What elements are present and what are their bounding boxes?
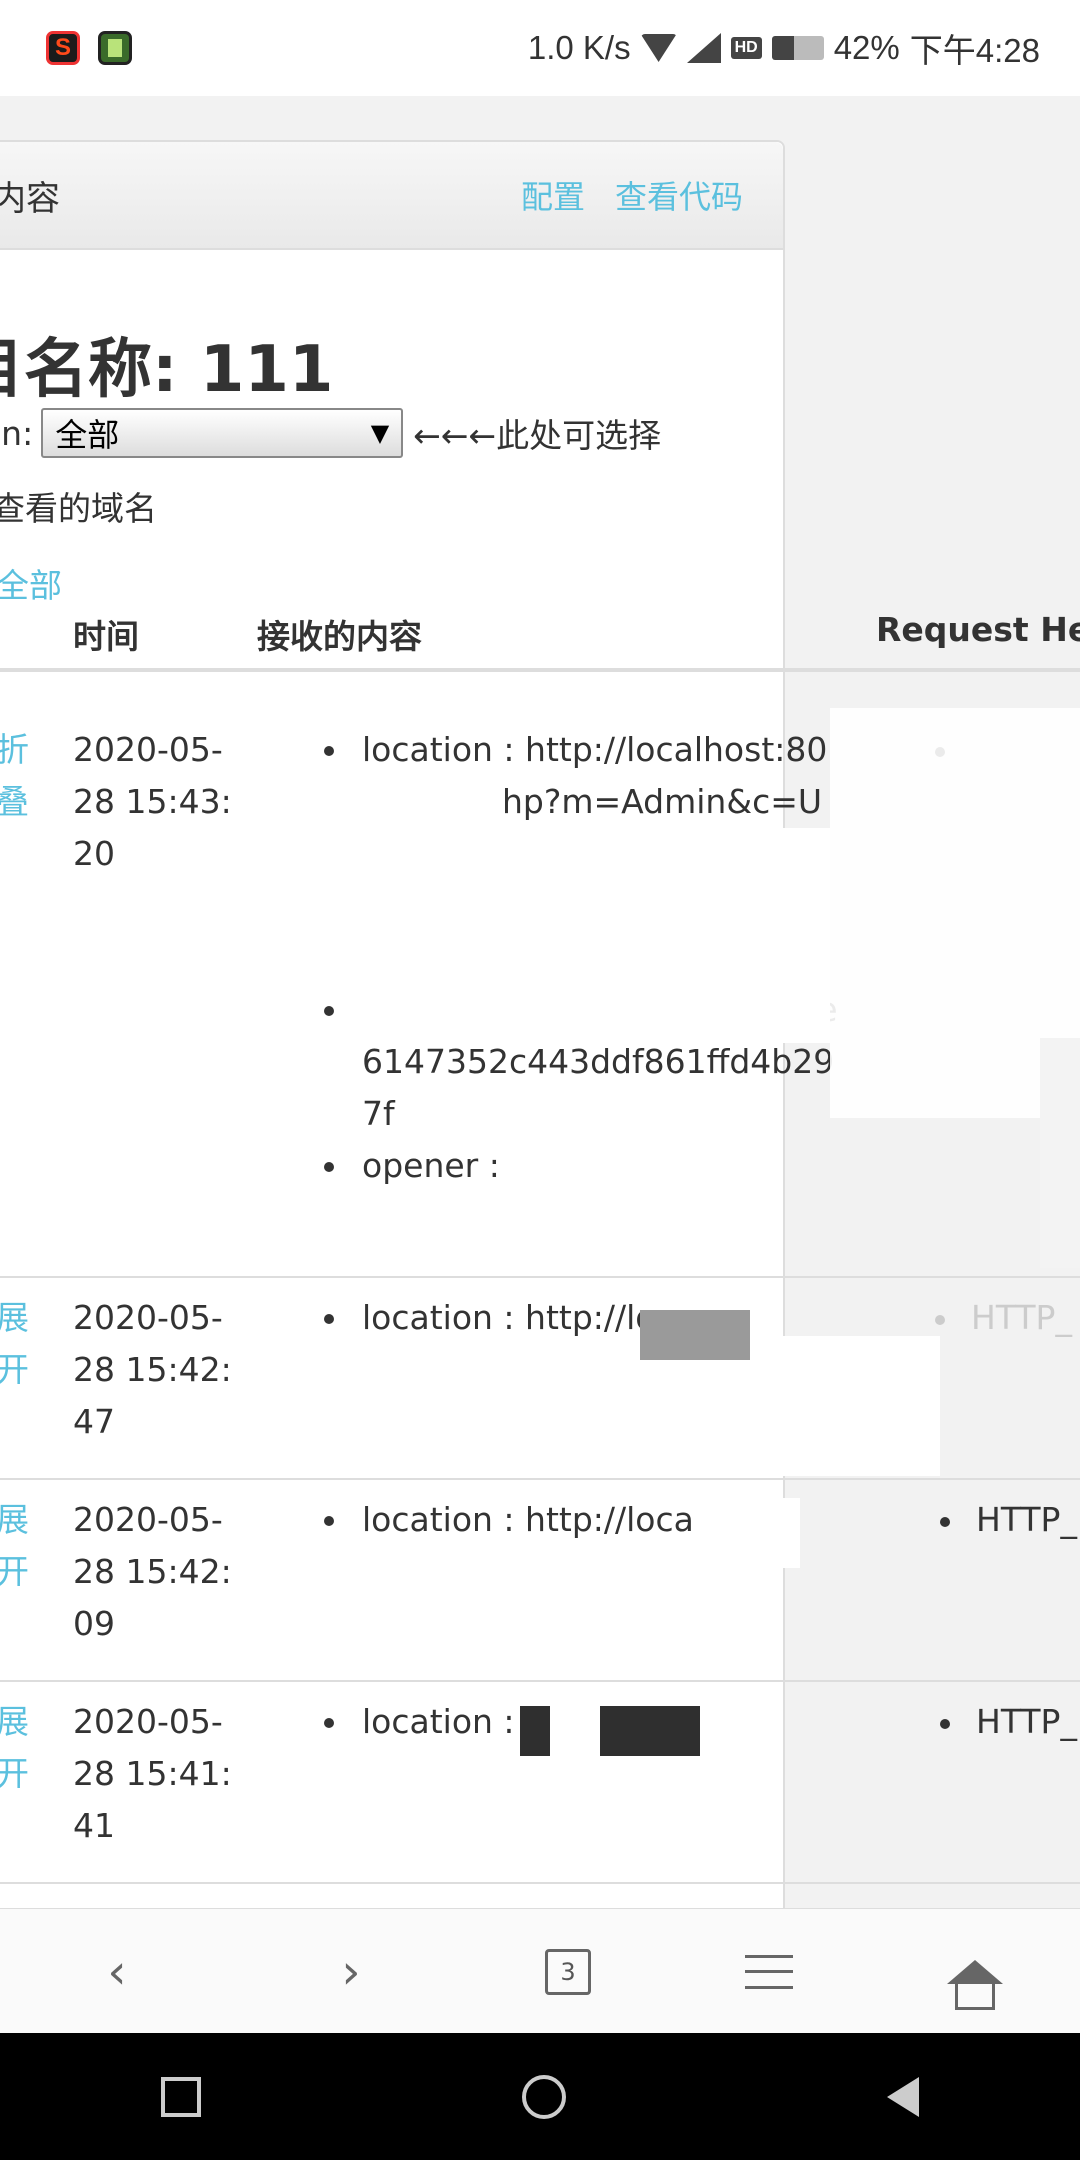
row-headers: HTTP_ xyxy=(940,1494,1080,1546)
table-row: 展开 2020-05-28 15:41:41 location : h HTTP… xyxy=(0,1680,1080,1884)
domain-select[interactable]: 全部 ▼ xyxy=(41,408,404,458)
row-time: 2020-05-28 15:42:09 xyxy=(73,1500,232,1643)
redaction xyxy=(640,1310,750,1360)
redaction xyxy=(780,1336,940,1476)
sogou-input-icon: S xyxy=(46,31,80,65)
clock: 下午4:28 xyxy=(909,32,1040,69)
column-request-headers: Request Hea xyxy=(876,610,1080,649)
domain-select-value: 全部 xyxy=(55,416,120,454)
view-code-link[interactable]: 查看代码 xyxy=(615,172,743,218)
panel-title: 内容 xyxy=(0,178,60,219)
row-headers: HTTP_ xyxy=(940,1696,1080,1748)
signal-icon xyxy=(686,33,721,63)
web-viewport[interactable]: 内容 配置 查看代码 目名称: 111 in: 全部 ▼ ←←←此处可选择 查看… xyxy=(0,96,1080,1908)
browser-toolbar: ‹ › 3 xyxy=(0,1908,1080,2034)
redaction xyxy=(520,1706,550,1756)
domain-hint-continued: 查看的域名 xyxy=(0,489,157,528)
row-headers: HTTP_ xyxy=(935,1292,1080,1344)
chevron-down-icon: ▼ xyxy=(370,419,390,447)
home-circle-icon[interactable] xyxy=(521,2074,566,2119)
row-time: 2020-05-28 15:42:47 xyxy=(73,1298,232,1441)
recent-apps-icon[interactable] xyxy=(160,2076,201,2117)
project-title: 目名称: 111 xyxy=(0,333,334,407)
tabs-icon[interactable]: 3 xyxy=(545,1948,591,1995)
forward-icon[interactable]: › xyxy=(311,1944,391,2000)
expand-toggle[interactable]: 展开 xyxy=(0,1494,32,1598)
status-bar: S 1.0 K/s HD 42% 下午4:28 xyxy=(0,0,1080,96)
back-triangle-icon[interactable] xyxy=(887,2076,920,2117)
redaction xyxy=(360,828,830,1043)
home-icon[interactable] xyxy=(947,1959,1003,2010)
notes-app-icon xyxy=(98,31,132,65)
row-content: location : http://lo xyxy=(324,1292,842,1344)
redaction xyxy=(1040,1038,1080,1268)
table-row: 展开 2020-05-28 15:42:47 location : http:/… xyxy=(0,1276,1080,1480)
row-time: 2020-05-28 15:41:41 xyxy=(73,1702,232,1845)
battery-percent: 42% xyxy=(833,29,900,66)
list-item: opener : xyxy=(324,1140,842,1192)
column-time: 时间 xyxy=(73,617,139,656)
config-link[interactable]: 配置 xyxy=(521,172,585,218)
menu-icon[interactable] xyxy=(745,1954,793,1989)
column-content: 接收的内容 xyxy=(257,617,422,656)
list-item: location : http://lo xyxy=(324,1292,842,1344)
system-nav-bar xyxy=(0,2033,1080,2160)
redaction xyxy=(600,1706,700,1756)
expand-toggle[interactable]: 展开 xyxy=(0,1696,32,1800)
battery-icon xyxy=(771,36,824,60)
expand-toggle[interactable]: 展开 xyxy=(0,1292,32,1396)
net-speed: 1.0 K/s xyxy=(527,29,631,66)
redaction xyxy=(360,778,500,818)
table-row: 折叠 2020-05-28 15:43:20 location : http:/… xyxy=(0,708,1080,1278)
expand-all-link[interactable]: 全部 xyxy=(0,560,62,612)
back-icon[interactable]: ‹ xyxy=(77,1944,157,2000)
wifi-icon xyxy=(640,34,677,62)
redaction xyxy=(700,1498,800,1568)
hd-icon: HD xyxy=(730,37,762,59)
collapse-toggle[interactable]: 折叠 xyxy=(0,724,32,828)
row-time: 2020-05-28 15:43:20 xyxy=(73,730,232,873)
table-header: 全部 时间 接收的内容 Request Hea xyxy=(0,566,1080,672)
panel-header: 内容 配置 查看代码 xyxy=(0,142,783,250)
domain-hint: ←←←此处可选择 xyxy=(413,416,662,455)
domain-label: in: xyxy=(0,413,34,453)
domain-filter: in: 全部 ▼ ←←←此处可选择 xyxy=(0,408,661,458)
table-row: 展开 2020-05-28 15:42:09 location : http:/… xyxy=(0,1478,1080,1682)
